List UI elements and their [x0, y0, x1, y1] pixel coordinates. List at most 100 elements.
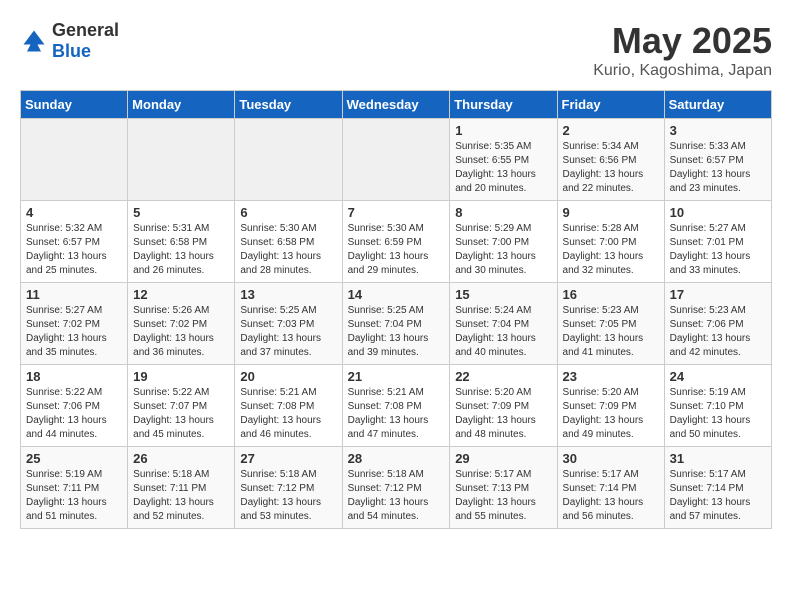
calendar-day-cell: 27 Sunrise: 5:18 AM Sunset: 7:12 PM Dayli…	[235, 447, 342, 529]
calendar-day-cell: 22Sunrise: 5:20 AM Sunset: 7:09 PM Dayli…	[450, 365, 557, 447]
day-info: Sunrise: 5:28 AM Sunset: 7:00 PM Dayligh…	[563, 222, 659, 278]
day-number: 25	[26, 451, 122, 466]
calendar-day-cell	[235, 119, 342, 201]
calendar-week-row: 4 Sunrise: 5:32 AM Sunset: 6:57 PM Daylig…	[21, 201, 772, 283]
calendar-day-cell: 23 Sunrise: 5:20 AM Sunset: 7:09 PM Dayli…	[557, 365, 664, 447]
day-info: Sunrise: 5:23 AM Sunset: 7:05 PM Dayligh…	[563, 304, 659, 360]
day-number: 8	[455, 205, 551, 220]
calendar-day-cell: 28 Sunrise: 5:18 AM Sunset: 7:12 PM Dayli…	[342, 447, 450, 529]
calendar-day-cell: 31 Sunrise: 5:17 AM Sunset: 7:14 PM Dayli…	[664, 447, 771, 529]
day-number: 14	[348, 287, 445, 302]
month-title: May 2025	[593, 20, 772, 62]
calendar-day-cell: 8 Sunrise: 5:29 AM Sunset: 7:00 PM Daylig…	[450, 201, 557, 283]
day-number: 13	[240, 287, 336, 302]
day-info: Sunrise: 5:34 AM Sunset: 6:56 PM Dayligh…	[563, 140, 659, 196]
day-info: Sunrise: 5:27 AM Sunset: 7:02 PM Dayligh…	[26, 304, 122, 360]
calendar-day-cell: 11Sunrise: 5:27 AM Sunset: 7:02 PM Dayli…	[21, 283, 128, 365]
day-info: Sunrise: 5:18 AM Sunset: 7:12 PM Dayligh…	[240, 468, 336, 524]
calendar-week-row: 11Sunrise: 5:27 AM Sunset: 7:02 PM Dayli…	[21, 283, 772, 365]
day-number: 2	[563, 123, 659, 138]
day-info: Sunrise: 5:31 AM Sunset: 6:58 PM Dayligh…	[133, 222, 229, 278]
day-info: Sunrise: 5:17 AM Sunset: 7:14 PM Dayligh…	[670, 468, 766, 524]
calendar-day-cell	[21, 119, 128, 201]
day-number: 4	[26, 205, 122, 220]
day-info: Sunrise: 5:30 AM Sunset: 6:59 PM Dayligh…	[348, 222, 445, 278]
day-info: Sunrise: 5:17 AM Sunset: 7:14 PM Dayligh…	[563, 468, 659, 524]
calendar-day-cell: 29 Sunrise: 5:17 AM Sunset: 7:13 PM Dayli…	[450, 447, 557, 529]
day-number: 7	[348, 205, 445, 220]
calendar-day-cell: 15 Sunrise: 5:24 AM Sunset: 7:04 PM Dayli…	[450, 283, 557, 365]
calendar-day-cell: 1 Sunrise: 5:35 AM Sunset: 6:55 PM Daylig…	[450, 119, 557, 201]
weekday-header-saturday: Saturday	[664, 91, 771, 119]
day-info: Sunrise: 5:21 AM Sunset: 7:08 PM Dayligh…	[348, 386, 445, 442]
day-number: 27	[240, 451, 336, 466]
page-header: General Blue May 2025 Kurio, Kagoshima, …	[20, 20, 772, 80]
day-info: Sunrise: 5:19 AM Sunset: 7:10 PM Dayligh…	[670, 386, 766, 442]
day-info: Sunrise: 5:26 AM Sunset: 7:02 PM Dayligh…	[133, 304, 229, 360]
day-info: Sunrise: 5:25 AM Sunset: 7:03 PM Dayligh…	[240, 304, 336, 360]
day-info: Sunrise: 5:18 AM Sunset: 7:12 PM Dayligh…	[348, 468, 445, 524]
calendar-day-cell: 6 Sunrise: 5:30 AM Sunset: 6:58 PM Daylig…	[235, 201, 342, 283]
weekday-header-thursday: Thursday	[450, 91, 557, 119]
calendar-week-row: 1 Sunrise: 5:35 AM Sunset: 6:55 PM Daylig…	[21, 119, 772, 201]
day-number: 9	[563, 205, 659, 220]
day-number: 10	[670, 205, 766, 220]
calendar-week-row: 18 Sunrise: 5:22 AM Sunset: 7:06 PM Dayli…	[21, 365, 772, 447]
calendar-day-cell: 4 Sunrise: 5:32 AM Sunset: 6:57 PM Daylig…	[21, 201, 128, 283]
day-info: Sunrise: 5:32 AM Sunset: 6:57 PM Dayligh…	[26, 222, 122, 278]
day-info: Sunrise: 5:17 AM Sunset: 7:13 PM Dayligh…	[455, 468, 551, 524]
calendar-day-cell: 17 Sunrise: 5:23 AM Sunset: 7:06 PM Dayli…	[664, 283, 771, 365]
weekday-header-row: SundayMondayTuesdayWednesdayThursdayFrid…	[21, 91, 772, 119]
day-info: Sunrise: 5:20 AM Sunset: 7:09 PM Dayligh…	[563, 386, 659, 442]
day-info: Sunrise: 5:33 AM Sunset: 6:57 PM Dayligh…	[670, 140, 766, 196]
day-number: 21	[348, 369, 445, 384]
day-info: Sunrise: 5:30 AM Sunset: 6:58 PM Dayligh…	[240, 222, 336, 278]
day-info: Sunrise: 5:19 AM Sunset: 7:11 PM Dayligh…	[26, 468, 122, 524]
calendar-day-cell: 5 Sunrise: 5:31 AM Sunset: 6:58 PM Daylig…	[128, 201, 235, 283]
day-info: Sunrise: 5:27 AM Sunset: 7:01 PM Dayligh…	[670, 222, 766, 278]
day-number: 5	[133, 205, 229, 220]
day-number: 6	[240, 205, 336, 220]
logo-icon	[20, 27, 48, 55]
calendar-day-cell: 20 Sunrise: 5:21 AM Sunset: 7:08 PM Dayli…	[235, 365, 342, 447]
location-title: Kurio, Kagoshima, Japan	[593, 62, 772, 80]
day-number: 3	[670, 123, 766, 138]
calendar-day-cell: 18 Sunrise: 5:22 AM Sunset: 7:06 PM Dayli…	[21, 365, 128, 447]
day-number: 30	[563, 451, 659, 466]
calendar-day-cell: 9 Sunrise: 5:28 AM Sunset: 7:00 PM Daylig…	[557, 201, 664, 283]
calendar-day-cell: 26Sunrise: 5:18 AM Sunset: 7:11 PM Dayli…	[128, 447, 235, 529]
day-number: 17	[670, 287, 766, 302]
day-number: 24	[670, 369, 766, 384]
logo: General Blue	[20, 20, 119, 62]
calendar-day-cell	[342, 119, 450, 201]
calendar-day-cell: 16Sunrise: 5:23 AM Sunset: 7:05 PM Dayli…	[557, 283, 664, 365]
day-number: 29	[455, 451, 551, 466]
title-area: May 2025 Kurio, Kagoshima, Japan	[593, 20, 772, 80]
day-number: 23	[563, 369, 659, 384]
day-info: Sunrise: 5:23 AM Sunset: 7:06 PM Dayligh…	[670, 304, 766, 360]
day-number: 18	[26, 369, 122, 384]
calendar-day-cell	[128, 119, 235, 201]
calendar-week-row: 25 Sunrise: 5:19 AM Sunset: 7:11 PM Dayli…	[21, 447, 772, 529]
day-number: 15	[455, 287, 551, 302]
day-info: Sunrise: 5:29 AM Sunset: 7:00 PM Dayligh…	[455, 222, 551, 278]
day-info: Sunrise: 5:22 AM Sunset: 7:06 PM Dayligh…	[26, 386, 122, 442]
weekday-header-monday: Monday	[128, 91, 235, 119]
calendar-day-cell: 2 Sunrise: 5:34 AM Sunset: 6:56 PM Daylig…	[557, 119, 664, 201]
calendar-day-cell: 13 Sunrise: 5:25 AM Sunset: 7:03 PM Dayli…	[235, 283, 342, 365]
day-number: 1	[455, 123, 551, 138]
calendar-day-cell: 21 Sunrise: 5:21 AM Sunset: 7:08 PM Dayli…	[342, 365, 450, 447]
calendar-day-cell: 7 Sunrise: 5:30 AM Sunset: 6:59 PM Daylig…	[342, 201, 450, 283]
calendar-day-cell: 24 Sunrise: 5:19 AM Sunset: 7:10 PM Dayli…	[664, 365, 771, 447]
day-number: 19	[133, 369, 229, 384]
day-info: Sunrise: 5:35 AM Sunset: 6:55 PM Dayligh…	[455, 140, 551, 196]
calendar-day-cell: 12Sunrise: 5:26 AM Sunset: 7:02 PM Dayli…	[128, 283, 235, 365]
day-info: Sunrise: 5:21 AM Sunset: 7:08 PM Dayligh…	[240, 386, 336, 442]
day-number: 31	[670, 451, 766, 466]
day-info: Sunrise: 5:24 AM Sunset: 7:04 PM Dayligh…	[455, 304, 551, 360]
day-number: 28	[348, 451, 445, 466]
day-number: 20	[240, 369, 336, 384]
logo-text: General Blue	[52, 20, 119, 62]
calendar-day-cell: 3 Sunrise: 5:33 AM Sunset: 6:57 PM Daylig…	[664, 119, 771, 201]
day-info: Sunrise: 5:20 AM Sunset: 7:09 PM Dayligh…	[455, 386, 551, 442]
